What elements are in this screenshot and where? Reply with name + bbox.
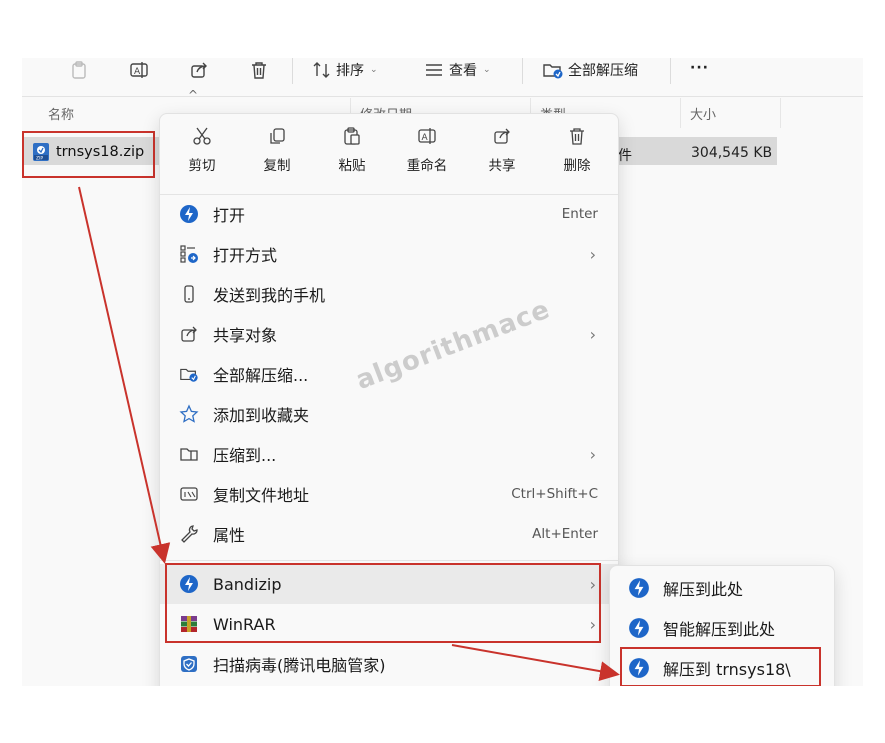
chevron-down-icon: ⌄: [370, 65, 378, 75]
compress-folder-icon: [178, 443, 200, 465]
sort-icon: [313, 62, 330, 78]
quick-action-cut[interactable]: 剪切: [167, 126, 237, 174]
quick-action-share[interactable]: 共享: [467, 126, 537, 174]
quick-action-delete[interactable]: 删除: [542, 126, 612, 174]
sort-label: 排序: [336, 63, 364, 79]
extract-folder-icon: [543, 64, 563, 79]
copy-path-icon: [178, 483, 200, 505]
quick-action-label: 删除: [563, 158, 591, 174]
menu-item-add-favorites[interactable]: 添加到收藏夹: [160, 394, 618, 434]
chevron-right-icon: ›: [589, 324, 596, 344]
menu-item-label: 全部解压缩...: [213, 366, 309, 385]
menu-item-label: 共享对象: [213, 326, 278, 345]
scissors-icon: [193, 127, 211, 145]
quick-action-label: 剪切: [188, 158, 216, 174]
quick-action-label: 粘贴: [338, 158, 366, 174]
quick-action-label: 共享: [488, 158, 516, 174]
rename-icon: A: [418, 128, 436, 144]
menu-item-shortcut: Alt+Enter: [532, 526, 598, 542]
quick-action-rename[interactable]: A 重命名: [392, 126, 462, 174]
column-separator[interactable]: [680, 98, 681, 128]
toolbar-separator: [670, 58, 671, 84]
delete-toolbar-icon[interactable]: [246, 58, 272, 82]
menu-item-shortcut: Enter: [561, 206, 598, 222]
extract-all-button[interactable]: 全部解压缩: [542, 60, 638, 80]
menu-item-label: 扫描病毒(腾讯电脑管家): [213, 656, 386, 675]
view-label: 查看: [449, 63, 477, 79]
menu-item-label: 添加到收藏夹: [213, 406, 310, 425]
chevron-down-icon: ⌄: [483, 65, 491, 75]
highlight-box-extract-to: [620, 647, 821, 687]
star-icon: [178, 403, 200, 425]
menu-item-label: 打开: [213, 206, 246, 225]
extract-folder-icon: [178, 363, 200, 385]
menu-item-label: 复制文件地址: [213, 486, 310, 505]
share-icon: [178, 323, 200, 345]
menu-item-label: 属性: [213, 526, 246, 545]
quick-action-copy[interactable]: 复制: [242, 126, 312, 174]
phone-icon: [178, 283, 200, 305]
toolbar-separator: [522, 58, 523, 84]
menu-separator: [160, 560, 618, 561]
column-separator[interactable]: [780, 98, 781, 128]
menu-item-shortcut: Ctrl+Shift+C: [511, 486, 598, 502]
bandizip-icon: [628, 577, 650, 599]
paste-icon: [344, 127, 360, 145]
column-size[interactable]: 大小: [690, 104, 716, 123]
menu-item-copy-path[interactable]: 复制文件地址 Ctrl+Shift+C: [160, 474, 618, 514]
menu-item-open-with[interactable]: 打开方式 ›: [160, 234, 618, 274]
submenu-item-smart-extract[interactable]: 智能解压到此处: [610, 608, 834, 648]
highlight-box-file: [22, 131, 155, 178]
chevron-right-icon: ›: [589, 244, 596, 264]
sort-up-chevron-icon: ^: [188, 88, 199, 102]
submenu-item-label: 智能解压到此处: [663, 620, 776, 639]
column-header-divider: [22, 96, 863, 97]
paste-toolbar-icon[interactable]: [66, 58, 92, 82]
bottom-margin: [0, 686, 885, 743]
bandizip-icon: [178, 203, 200, 225]
submenu-item-label: 解压到此处: [663, 580, 744, 599]
menu-item-open[interactable]: 打开 Enter: [160, 194, 618, 234]
highlight-box-archivers: [165, 563, 601, 643]
chevron-right-icon: ›: [589, 444, 596, 464]
svg-text:A: A: [134, 67, 141, 77]
wrench-icon: [178, 523, 200, 545]
submenu-item-extract-here[interactable]: 解压到此处: [610, 568, 834, 608]
file-type: 件: [618, 148, 632, 164]
view-button[interactable]: 查看 ⌄: [423, 60, 491, 80]
menu-item-label: 打开方式: [213, 246, 278, 265]
menu-item-label: 压缩到...: [213, 446, 277, 465]
quick-action-label: 复制: [263, 158, 291, 174]
menu-item-send-to-phone[interactable]: 发送到我的手机: [160, 274, 618, 314]
menu-item-scan-virus[interactable]: 扫描病毒(腾讯电脑管家): [160, 644, 618, 684]
view-icon: [426, 64, 442, 76]
menu-item-properties[interactable]: 属性 Alt+Enter: [160, 514, 618, 554]
quick-action-paste[interactable]: 粘贴: [317, 126, 387, 174]
sort-button[interactable]: 排序 ⌄: [312, 60, 378, 80]
menu-item-compress-to[interactable]: 压缩到... ›: [160, 434, 618, 474]
more-options-button[interactable]: ···: [690, 60, 709, 76]
toolbar-separator: [292, 58, 293, 84]
share-toolbar-icon[interactable]: [186, 58, 212, 82]
bandizip-icon: [628, 617, 650, 639]
file-size: 304,545 KB: [691, 145, 773, 161]
quick-action-label: 重命名: [406, 158, 448, 174]
rename-toolbar-icon[interactable]: A: [126, 58, 152, 82]
extract-all-label: 全部解压缩: [568, 63, 638, 79]
copy-icon: [270, 128, 285, 144]
new-item-icon[interactable]: [22, 58, 34, 82]
share-icon: [494, 128, 510, 144]
open-with-icon: [178, 243, 200, 265]
column-name[interactable]: 名称: [48, 104, 74, 123]
trash-icon: [570, 128, 584, 145]
menu-item-label: 发送到我的手机: [213, 286, 326, 305]
svg-text:A: A: [422, 133, 429, 143]
shield-icon: [178, 653, 200, 675]
